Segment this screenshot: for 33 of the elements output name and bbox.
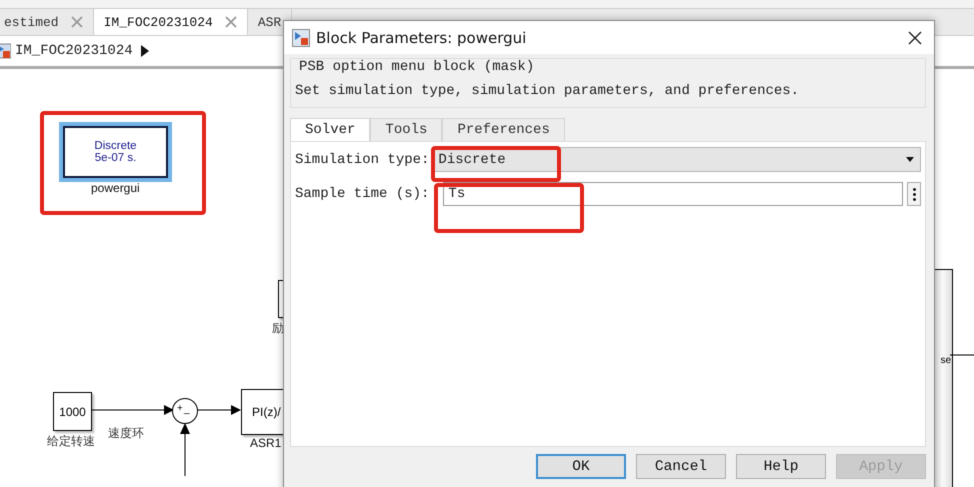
dialog-tab[interactable]: Solver	[290, 118, 370, 141]
dropdown-caret-icon	[906, 157, 914, 162]
vertical-dots-icon	[912, 188, 916, 200]
window-title: Block Parameters: powergui	[316, 28, 528, 46]
signal-label: 速度环	[108, 425, 144, 442]
dialog-button[interactable]: Cancel	[636, 454, 726, 479]
signal-arrow	[197, 405, 241, 415]
editor-tab[interactable]: IM_FOC20231024	[94, 9, 248, 35]
block-text: Discrete	[94, 140, 137, 152]
dialog-tab[interactable]: Preferences	[442, 118, 565, 141]
input-field[interactable]: Ts	[443, 182, 903, 206]
block-icon	[292, 28, 310, 46]
breadcrumb-link[interactable]: IM_FOC20231024	[15, 43, 133, 59]
dropdown-field[interactable]: Discrete	[433, 147, 921, 172]
constant-block[interactable]: 1000	[53, 392, 92, 431]
block-text: 5e-07 s.	[94, 152, 136, 164]
block-label: ASR1	[250, 436, 282, 450]
sum-block[interactable]: +_	[172, 398, 198, 424]
dialog-button[interactable]: OK	[536, 454, 626, 479]
parameter-label: Simulation type:	[295, 152, 430, 168]
caret-icon	[140, 45, 149, 57]
description-text: Set simulation type, simulation parameters, and preferences.	[295, 83, 800, 99]
model-icon	[0, 43, 11, 59]
dialog-button[interactable]: Help	[736, 454, 826, 479]
block-label: 给定转速	[47, 433, 95, 450]
block-label: 励	[272, 320, 284, 337]
signal-line	[950, 354, 974, 356]
parameter-label: Sample time (s):	[295, 186, 430, 202]
close-icon[interactable]	[908, 30, 922, 44]
feedback-arrow	[180, 423, 190, 476]
more-options-button[interactable]	[907, 182, 921, 206]
block-label: powergui	[91, 181, 140, 195]
dialog-tab[interactable]: Tools	[370, 118, 442, 141]
